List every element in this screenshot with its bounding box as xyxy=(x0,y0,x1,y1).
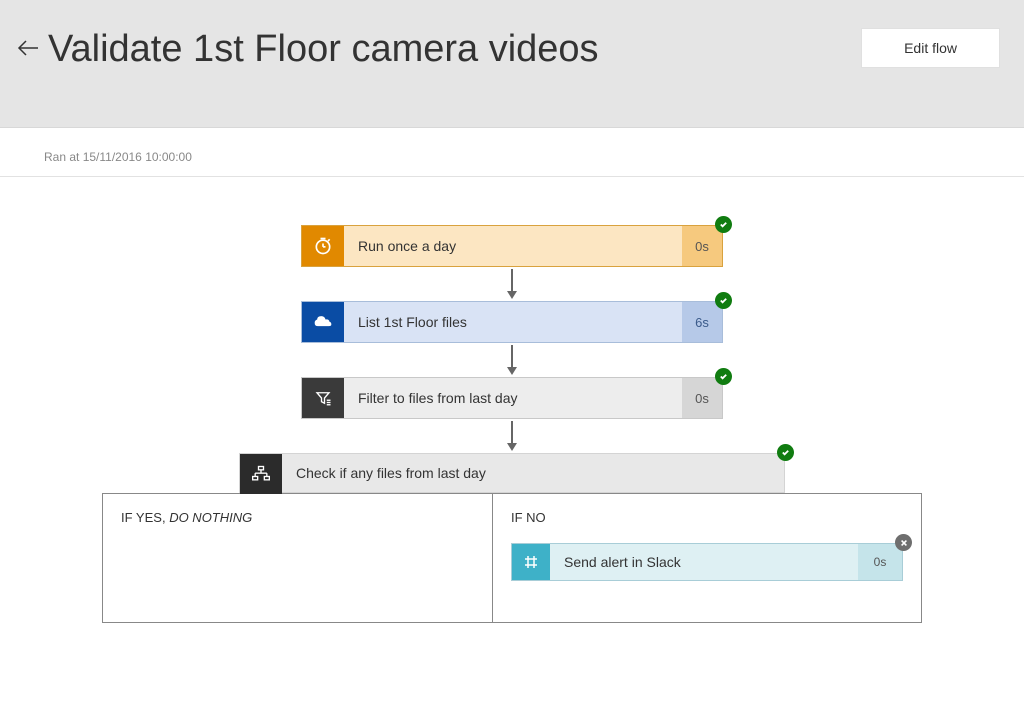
branch-yes-prefix: IF YES, xyxy=(121,510,166,525)
success-badge-icon xyxy=(715,368,732,385)
flow-canvas: Run once a day 0s List 1st Floor files 6… xyxy=(0,177,1024,623)
branch-yes: IF YES, DO NOTHING xyxy=(103,494,493,622)
step-label: List 1st Floor files xyxy=(344,302,682,342)
branch-yes-suffix: DO NOTHING xyxy=(169,510,252,525)
step-filter[interactable]: Filter to files from last day 0s xyxy=(301,377,723,419)
step-condition[interactable]: Check if any files from last day xyxy=(239,453,785,493)
run-timestamp: Ran at 15/11/2016 10:00:00 xyxy=(0,128,1024,177)
success-badge-icon xyxy=(777,444,794,461)
page-header: Validate 1st Floor camera videos Edit fl… xyxy=(0,0,1024,128)
condition-branches: IF YES, DO NOTHING IF NO Send alert in S… xyxy=(102,493,922,623)
step-list-files[interactable]: List 1st Floor files 6s xyxy=(301,301,723,343)
step-recurrence[interactable]: Run once a day 0s xyxy=(301,225,723,267)
success-badge-icon xyxy=(715,216,732,233)
cloud-icon xyxy=(302,302,344,342)
connector-arrow-icon xyxy=(0,421,1024,451)
filter-icon xyxy=(302,378,344,418)
connector-arrow-icon xyxy=(0,269,1024,299)
connector-arrow-icon xyxy=(0,345,1024,375)
condition-icon xyxy=(240,454,282,494)
cancelled-badge-icon xyxy=(895,534,912,551)
success-badge-icon xyxy=(715,292,732,309)
branch-yes-label: IF YES, DO NOTHING xyxy=(121,510,474,525)
edit-flow-button[interactable]: Edit flow xyxy=(861,28,1000,68)
step-label: Filter to files from last day xyxy=(344,378,682,418)
step-label: Run once a day xyxy=(344,226,682,266)
branch-no-label: IF NO xyxy=(511,510,903,525)
step-label: Send alert in Slack xyxy=(550,544,858,580)
step-duration: 6s xyxy=(682,302,722,342)
step-duration: 0s xyxy=(682,226,722,266)
step-duration: 0s xyxy=(682,378,722,418)
branch-no: IF NO Send alert in Slack 0s xyxy=(493,494,921,622)
step-slack-alert[interactable]: Send alert in Slack 0s xyxy=(511,543,903,581)
page-title: Validate 1st Floor camera videos xyxy=(48,28,599,71)
step-label: Check if any files from last day xyxy=(282,454,784,492)
clock-icon xyxy=(302,226,344,266)
step-duration: 0s xyxy=(858,544,902,580)
back-arrow-icon[interactable] xyxy=(16,36,44,72)
slack-icon xyxy=(512,544,550,580)
